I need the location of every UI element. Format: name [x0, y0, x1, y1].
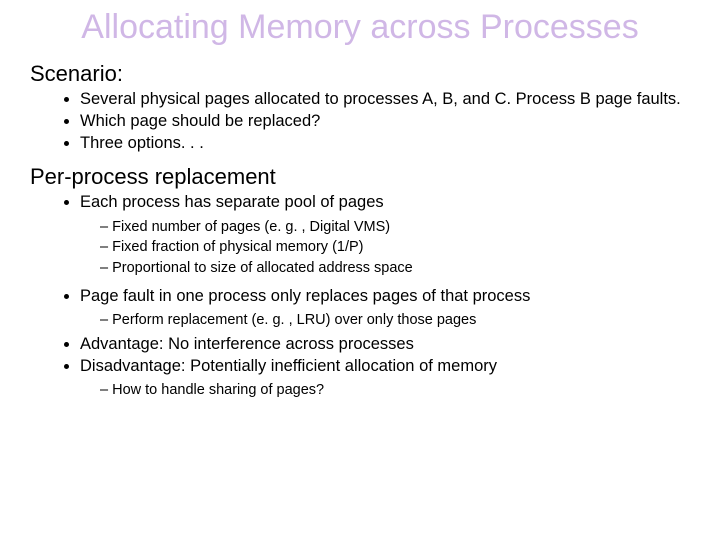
per-process-bullets-1: Each process has separate pool of pages: [30, 192, 690, 213]
slide: Allocating Memory across Processes Scena…: [0, 0, 720, 540]
per-process-bullets-2: Page fault in one process only replaces …: [30, 286, 690, 307]
bullet-item: Each process has separate pool of pages: [80, 192, 690, 213]
sub-bullet-item: Fixed number of pages (e. g. , Digital V…: [100, 218, 690, 238]
per-process-heading: Per-process replacement: [30, 164, 690, 190]
scenario-heading: Scenario:: [30, 61, 690, 87]
sub-bullet-item: Proportional to size of allocated addres…: [100, 259, 690, 279]
bullet-item: Three options. . .: [80, 133, 690, 154]
bullet-item: Several physical pages allocated to proc…: [80, 89, 690, 110]
per-process-sub-3: How to handle sharing of pages?: [30, 381, 690, 401]
slide-title: Allocating Memory across Processes: [30, 8, 690, 47]
bullet-item: Disadvantage: Potentially inefficient al…: [80, 356, 690, 377]
per-process-sub-2: Perform replacement (e. g. , LRU) over o…: [30, 311, 690, 331]
scenario-bullets: Several physical pages allocated to proc…: [30, 89, 690, 154]
sub-bullet-item: Fixed fraction of physical memory (1/P): [100, 238, 690, 258]
bullet-item: Which page should be replaced?: [80, 111, 690, 132]
per-process-sub-1: Fixed number of pages (e. g. , Digital V…: [30, 218, 690, 279]
bullet-item: Page fault in one process only replaces …: [80, 286, 690, 307]
bullet-item: Advantage: No interference across proces…: [80, 334, 690, 355]
sub-bullet-item: Perform replacement (e. g. , LRU) over o…: [100, 311, 690, 331]
sub-bullet-item: How to handle sharing of pages?: [100, 381, 690, 401]
per-process-bullets-3: Advantage: No interference across proces…: [30, 334, 690, 377]
